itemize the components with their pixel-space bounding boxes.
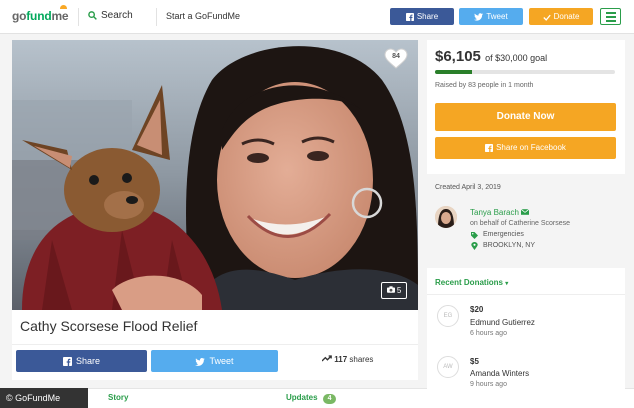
updates-count-badge: 4 xyxy=(322,394,337,404)
logo-go: go xyxy=(12,9,27,23)
organizer-name[interactable]: Tanya Barach xyxy=(470,208,530,217)
photo-gallery-button[interactable]: 5 xyxy=(381,282,407,299)
divider xyxy=(427,294,625,295)
search-icon xyxy=(88,11,97,20)
progress-bar xyxy=(435,70,615,74)
trend-icon xyxy=(321,355,332,362)
logo-me: me xyxy=(51,9,69,23)
donation-amount: $20 xyxy=(470,305,484,314)
tab-updates-label: Updates xyxy=(286,393,318,402)
share-facebook-label: Share on Facebook xyxy=(496,143,566,152)
email-icon[interactable] xyxy=(520,208,530,215)
logo-fund: fund xyxy=(26,9,52,23)
recent-donations-card xyxy=(427,268,625,398)
camera-icon xyxy=(386,286,395,293)
avatar-image xyxy=(435,206,457,228)
amount-raised: $6,105 of $30,000 goal xyxy=(435,48,547,65)
donate-label: Donate xyxy=(553,12,580,21)
tweet-button-main[interactable]: Tweet xyxy=(151,350,278,372)
shares-number: 117 xyxy=(334,355,348,364)
facebook-icon xyxy=(485,144,494,152)
pin-icon xyxy=(471,242,478,250)
campaign-location: BROOKLYN, NY xyxy=(483,242,535,249)
donor-avatar: AW xyxy=(437,356,459,378)
photo-credit: © GoFundMe xyxy=(0,388,88,408)
search-label: Search xyxy=(101,10,133,21)
donate-icon xyxy=(542,14,551,21)
share-on-facebook-button[interactable]: Share on Facebook xyxy=(435,137,616,159)
menu-icon[interactable] xyxy=(600,8,621,25)
donation-time: 6 hours ago xyxy=(470,330,507,337)
campaign-photo[interactable] xyxy=(12,40,418,310)
facebook-icon xyxy=(405,13,414,21)
tab-story[interactable]: Story xyxy=(108,393,128,402)
twitter-icon xyxy=(474,13,484,21)
created-date: Created April 3, 2019 xyxy=(435,184,501,191)
heart-count: 84 xyxy=(392,53,400,60)
facebook-icon xyxy=(62,357,72,366)
tweet-button[interactable]: Tweet xyxy=(459,8,523,25)
shares-count: 117 shares xyxy=(321,355,374,364)
donation-amount: $5 xyxy=(470,357,479,366)
recent-donations-toggle[interactable]: Recent Donations ▾ xyxy=(435,278,508,287)
chevron-down-icon: ▾ xyxy=(505,281,509,287)
start-gofundme-link[interactable]: Start a GoFundMe xyxy=(166,11,240,21)
share-row: Share Tweet 117 shares xyxy=(12,344,418,380)
goal-text: of $30,000 goal xyxy=(485,53,548,63)
donate-now-button[interactable]: Donate Now xyxy=(435,103,616,131)
search-link[interactable]: Search xyxy=(88,10,133,21)
share-label: Share xyxy=(416,12,439,21)
recent-donations-header: Recent Donations xyxy=(435,278,504,287)
campaign-image xyxy=(12,40,418,310)
fundraising-card: $6,105 of $30,000 goal Raised by 83 peop… xyxy=(427,40,625,174)
campaign-category[interactable]: Emergencies xyxy=(483,231,524,238)
donor-avatar: EG xyxy=(437,305,459,327)
donation-time: 9 hours ago xyxy=(470,381,507,388)
organizer-name-text: Tanya Barach xyxy=(470,208,519,217)
shares-label: shares xyxy=(349,355,374,364)
tweet-button-label: Tweet xyxy=(209,356,234,366)
photo-count: 5 xyxy=(396,286,402,295)
nav-divider xyxy=(156,8,157,26)
facebook-share-button-main[interactable]: Share xyxy=(16,350,147,372)
raised-by-text: Raised by 83 people in 1 month xyxy=(435,82,534,89)
progress-fill xyxy=(435,70,472,74)
gofundme-logo[interactable]: gofundme xyxy=(12,9,69,23)
tag-icon xyxy=(471,232,478,239)
raised-amount: $6,105 xyxy=(435,48,481,65)
tab-updates[interactable]: Updates 4 xyxy=(286,393,337,404)
organizer-behalf: on behalf of Catherine Scorsese xyxy=(470,220,571,227)
share-button-label: Share xyxy=(75,356,101,366)
campaign-title-card: Cathy Scorsese Flood Relief xyxy=(12,310,418,344)
facebook-share-button[interactable]: Share xyxy=(390,8,454,25)
donate-button[interactable]: Donate xyxy=(529,8,593,25)
campaign-title: Cathy Scorsese Flood Relief xyxy=(20,318,198,334)
nav-divider xyxy=(78,8,79,26)
organizer-avatar[interactable] xyxy=(435,206,457,228)
top-navigation: gofundme Search Start a GoFundMe Share T… xyxy=(0,0,634,34)
twitter-icon xyxy=(195,358,206,366)
tweet-label: Tweet xyxy=(486,12,508,21)
logo-sun-icon xyxy=(60,5,67,9)
donor-name: Amanda Winters xyxy=(470,369,530,378)
donor-name: Edmund Gutierrez xyxy=(470,318,535,327)
